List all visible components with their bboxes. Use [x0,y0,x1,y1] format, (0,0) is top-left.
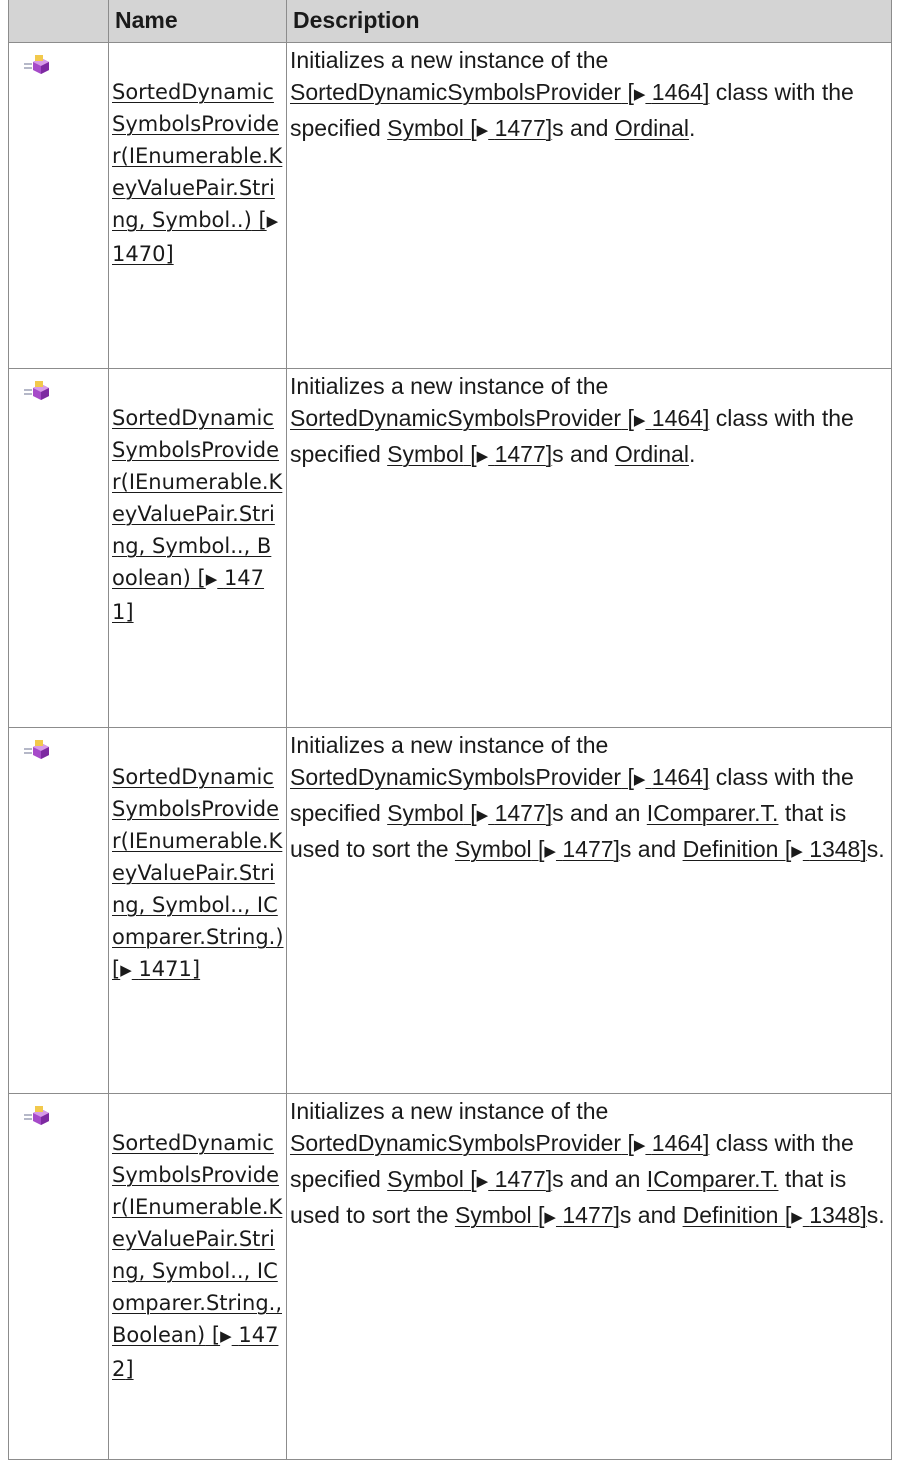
definition-link[interactable]: Definition [▶ 1348] [683,1202,867,1228]
page-arrow-icon: ▶ [633,771,646,788]
constructor-icon [24,1106,49,1125]
symbol-link[interactable]: Symbol [▶ 1477] [387,115,552,141]
description-text: s and [619,836,677,862]
symbol-link[interactable]: Symbol [▶ 1477] [455,836,620,862]
table-row: SortedDynamicSymbolsProvider(IEnumerable… [8,727,892,1094]
class-link[interactable]: SortedDynamicSymbolsProvider [▶ 1464] [290,405,709,431]
page-ref: 1471 [138,957,192,981]
symbol-link[interactable]: Symbol [▶ 1477] [387,800,552,826]
description-text: s. [866,1202,885,1228]
symbol-link[interactable]: Symbol [▶ 1477] [387,441,552,467]
member-name-cell: SortedDynamicSymbolsProvider(IEnumerable… [108,42,287,369]
header-icon-column [8,0,109,43]
table-row: SortedDynamicSymbolsProvider(IEnumerable… [8,368,892,728]
constructor-icon [24,55,49,74]
symbol-link[interactable]: Symbol [▶ 1477] [387,1166,552,1192]
member-type-cell [8,1093,109,1460]
page-arrow-icon: ▶ [120,961,132,979]
table-row: SortedDynamicSymbolsProvider(IEnumerable… [8,1093,892,1460]
symbol-link[interactable]: Symbol [▶ 1477] [455,1202,620,1228]
constructor-icon [24,381,49,400]
page-arrow-icon: ▶ [476,807,489,824]
description-text: s and [552,115,609,141]
page-arrow-icon: ▶ [476,122,489,139]
page-arrow-icon: ▶ [476,1173,489,1190]
member-description-cell: Initializes a new instance of the Sorted… [286,368,892,728]
description-text: . [688,441,696,467]
page-arrow-icon: ▶ [476,448,489,465]
description-text: s and [552,441,609,467]
member-name-cell: SortedDynamicSymbolsProvider(IEnumerable… [108,727,287,1094]
description-text: s and an [552,1166,641,1192]
member-type-cell [8,727,109,1094]
constructor-icon [24,740,49,759]
member-description-cell: Initializes a new instance of the Sorted… [286,42,892,369]
page-arrow-icon: ▶ [791,843,803,860]
description-text: Initializes a new instance of the [290,373,609,399]
member-name-link[interactable]: SortedDynamicSymbolsProvider(IEnumerable… [112,761,284,987]
member-description-cell: Initializes a new instance of the Sorted… [286,727,892,1094]
description-text: s. [866,836,885,862]
page-arrow-icon: ▶ [633,86,646,103]
member-type-cell [8,368,109,728]
member-name-cell: SortedDynamicSymbolsProvider(IEnumerable… [108,368,287,728]
class-link[interactable]: SortedDynamicSymbolsProvider [▶ 1464] [290,1130,709,1156]
definition-link[interactable]: Definition [▶ 1348] [683,836,867,862]
member-name-link[interactable]: SortedDynamicSymbolsProvider(IEnumerable… [112,402,284,628]
page-arrow-icon: ▶ [220,1327,232,1345]
member-name-text: SortedDynamicSymbolsProvider(IEnumerable… [112,80,283,232]
class-link[interactable]: SortedDynamicSymbolsProvider [▶ 1464] [290,79,709,105]
page-arrow-icon: ▶ [544,1209,556,1226]
table-row: SortedDynamicSymbolsProvider(IEnumerable… [8,42,892,369]
page-arrow-icon: ▶ [266,212,279,230]
header-description: Description [286,0,892,43]
description-text: s and an [552,800,641,826]
description-text: Initializes a new instance of the [290,47,609,73]
class-link[interactable]: SortedDynamicSymbolsProvider [▶ 1464] [290,764,709,790]
member-name-text: SortedDynamicSymbolsProvider(IEnumerable… [112,1131,283,1347]
description-text: Initializes a new instance of the [290,1098,609,1124]
table-header-row: Name Description [8,0,892,43]
page-arrow-icon: ▶ [633,1137,646,1154]
member-name-link[interactable]: SortedDynamicSymbolsProvider(IEnumerable… [112,1127,284,1385]
ordinal-link[interactable]: Ordinal [615,115,689,141]
comparer-link[interactable]: IComparer.T. [647,1166,779,1192]
member-name-cell: SortedDynamicSymbolsProvider(IEnumerable… [108,1093,287,1460]
description-text: Initializes a new instance of the [290,732,609,758]
member-name-text: SortedDynamicSymbolsProvider(IEnumerable… [112,406,283,590]
members-table: Name Description SortedDynamicSymbolsPro… [8,0,892,1460]
member-name-text: SortedDynamicSymbolsProvider(IEnumerable… [112,765,284,949]
header-name: Name [108,0,287,43]
member-description-cell: Initializes a new instance of the Sorted… [286,1093,892,1460]
description-text: . [688,115,696,141]
page-arrow-icon: ▶ [633,412,646,429]
member-type-cell [8,42,109,369]
member-name-link[interactable]: SortedDynamicSymbolsProvider(IEnumerable… [112,76,284,270]
page-arrow-icon: ▶ [791,1209,803,1226]
page-ref: 1470 [112,242,166,266]
page-arrow-icon: ▶ [205,570,218,588]
page-arrow-icon: ▶ [544,843,556,860]
comparer-link[interactable]: IComparer.T. [647,800,779,826]
description-text: s and [619,1202,677,1228]
ordinal-link[interactable]: Ordinal [615,441,689,467]
